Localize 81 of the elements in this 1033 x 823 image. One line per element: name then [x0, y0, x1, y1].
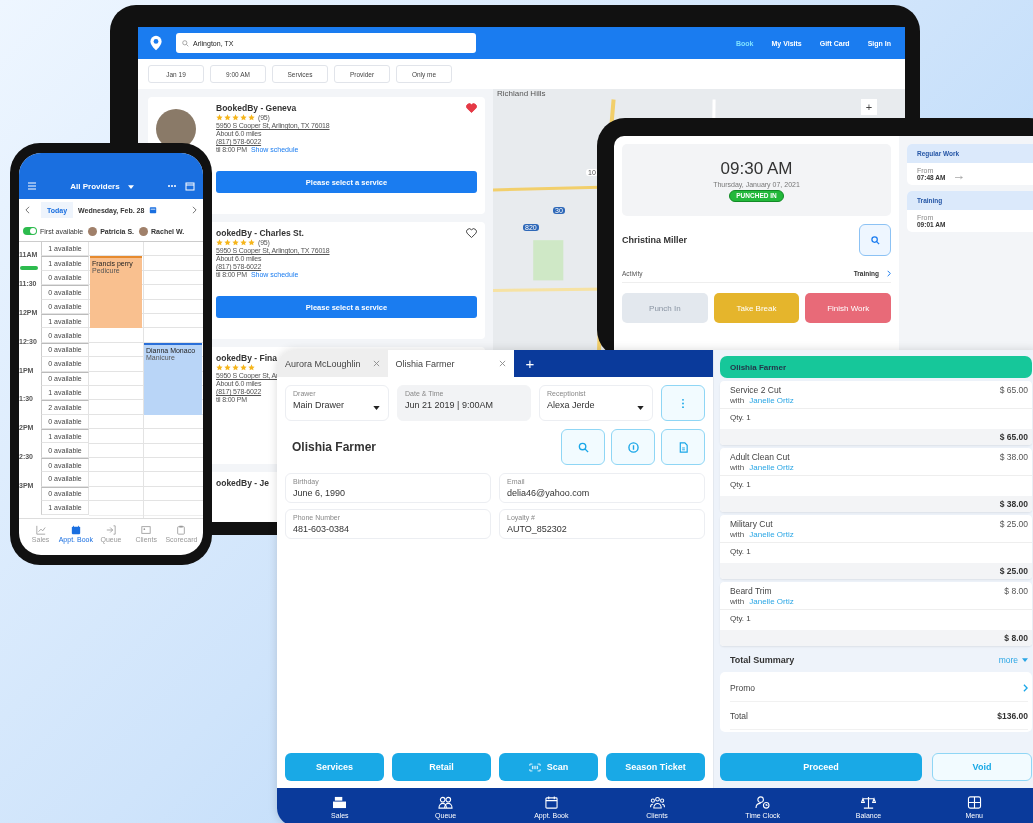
calendar-icon[interactable] — [149, 206, 158, 214]
add-tab-button[interactable]: + — [513, 350, 713, 377]
search-icon — [182, 39, 189, 47]
heart-outline-icon[interactable] — [466, 228, 477, 238]
search-button[interactable] — [561, 429, 605, 465]
zoom-in-button[interactable]: + — [861, 99, 877, 115]
service-price: $ 65.00 — [999, 385, 1028, 395]
search-button[interactable] — [859, 224, 891, 256]
service-price: $ 8.00 — [1004, 586, 1028, 596]
location-pin-logo-icon — [148, 35, 164, 51]
with-label: with — [730, 396, 745, 405]
scan-icon — [528, 762, 541, 772]
close-icon[interactable] — [372, 360, 380, 367]
with-label: with — [730, 463, 745, 472]
menu-icon[interactable] — [27, 181, 37, 191]
info-icon — [627, 441, 639, 453]
caret-icon — [637, 406, 644, 410]
service-name: Military Cut — [730, 519, 773, 529]
item-subtotal: $ 25.00 — [999, 566, 1028, 576]
service-price: $ 38.00 — [999, 452, 1028, 462]
nav-icon — [755, 795, 771, 809]
listing-title: ookedBy - Charles St. — [216, 228, 304, 238]
caret-icon[interactable] — [1022, 658, 1028, 662]
customer-name: Olishia Farmer — [291, 440, 377, 454]
item-subtotal: $ 38.00 — [999, 499, 1028, 509]
promo-label[interactable]: Promo — [730, 682, 756, 693]
caret-icon[interactable] — [127, 185, 134, 189]
clock-time: 09:30 AM — [720, 158, 793, 179]
document-button[interactable] — [661, 429, 705, 465]
map-label: Richland Hills — [496, 89, 547, 98]
calendar-icon[interactable] — [185, 181, 195, 191]
search-icon — [577, 441, 589, 453]
chevron-right-icon[interactable] — [1023, 683, 1028, 692]
summary-title: Total Summary — [730, 655, 795, 665]
chevron-right-icon[interactable] — [887, 269, 891, 277]
more-icon — [681, 397, 685, 409]
caret-icon — [373, 406, 380, 410]
more-options-button[interactable] — [661, 385, 705, 421]
nav-icon — [332, 795, 348, 809]
tab-icon — [176, 525, 187, 535]
listing-title: BookedBy - Geneva — [216, 103, 297, 113]
close-icon[interactable] — [498, 360, 506, 367]
item-subtotal: $ 8.00 — [1004, 633, 1028, 643]
tab-icon — [141, 525, 152, 535]
service-price: $ 25.00 — [999, 519, 1028, 529]
avatar-icon — [88, 226, 98, 236]
total-label: Total — [730, 710, 748, 721]
filled-heart-icon[interactable] — [466, 103, 477, 113]
with-label: with — [730, 597, 745, 606]
info-button[interactable] — [611, 429, 655, 465]
provider-dropdown[interactable]: All Providers — [70, 182, 120, 191]
service-name: Beard Trim — [730, 586, 772, 596]
current-time-marker — [20, 266, 38, 270]
chevron-right-icon[interactable] — [192, 206, 197, 214]
listing-title: ookedBy - Fina — [216, 353, 277, 363]
cart-header: Olishia Farmer — [720, 356, 1032, 378]
nav-icon — [543, 795, 559, 809]
search-icon — [870, 235, 880, 245]
nav-icon — [860, 795, 876, 809]
service-name: Service 2 Cut — [730, 385, 782, 395]
employee-name: Christina Miller — [622, 235, 687, 245]
toggle-switch[interactable] — [23, 227, 37, 235]
avatar-icon — [139, 226, 149, 236]
nav-icon — [649, 795, 665, 809]
chevron-left-icon[interactable] — [25, 206, 30, 214]
customer-tab[interactable]: Olishia Farmer — [387, 350, 514, 377]
with-label: with — [730, 530, 745, 539]
total-amount: $136.00 — [997, 710, 1028, 721]
quantity-text: Qty. 1 — [730, 547, 751, 556]
nav-icon — [438, 795, 454, 809]
tab-icon — [106, 525, 116, 535]
tab-icon — [35, 525, 46, 535]
tab-icon — [70, 525, 81, 535]
quantity-text: Qty. 1 — [730, 614, 751, 623]
nav-icon — [966, 795, 982, 809]
quantity-text: Qty. 1 — [730, 480, 751, 489]
listing-title: ookedBy - Je — [216, 478, 269, 488]
quantity-text: Qty. 1 — [730, 413, 751, 422]
document-icon — [677, 441, 689, 453]
service-name: Adult Clean Cut — [730, 452, 790, 462]
item-subtotal: $ 65.00 — [999, 432, 1028, 442]
